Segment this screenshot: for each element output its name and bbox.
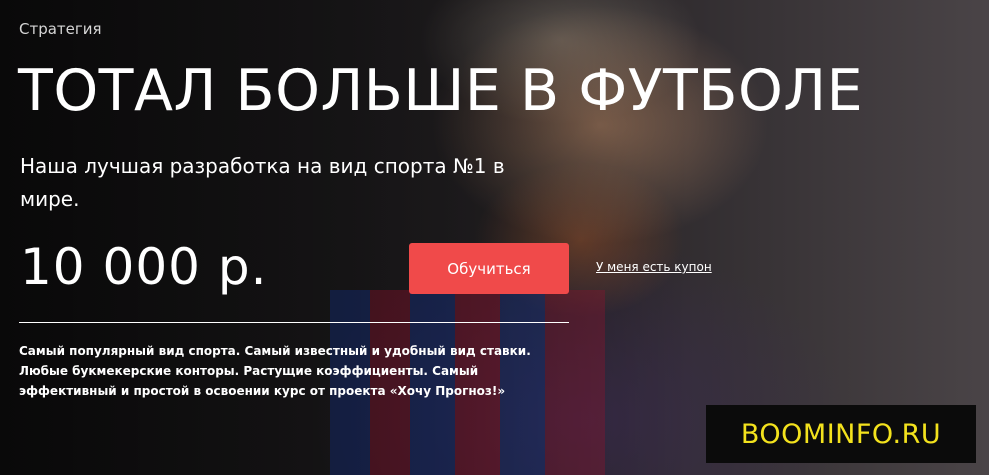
description: Самый популярный вид спорта. Самый извес… [19, 344, 531, 398]
divider [19, 322, 569, 323]
watermark-badge: BOOMINFO.RU [706, 405, 976, 463]
page-title: ТОТАЛ БОЛЬШЕ В ФУТБОЛЕ [18, 58, 864, 124]
category-label: Стратегия [19, 20, 102, 38]
subtitle: Наша лучшая разработка на вид спорта №1 … [20, 154, 505, 211]
coupon-link[interactable]: У меня есть купон [596, 260, 712, 274]
enroll-button[interactable]: Обучиться [409, 243, 569, 294]
price: 10 000 р. [20, 238, 268, 296]
